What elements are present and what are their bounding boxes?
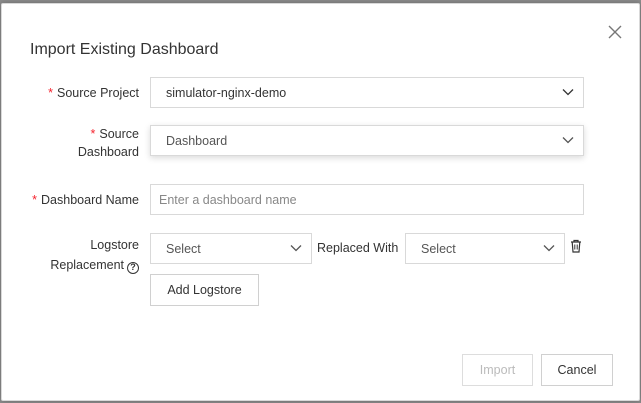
source-project-label: * Source Project <box>48 86 139 100</box>
dashboard-name-input[interactable] <box>150 184 584 215</box>
chevron-down-icon <box>543 245 555 252</box>
required-asterisk: * <box>48 86 54 100</box>
source-dashboard-value: Dashboard <box>166 134 228 148</box>
dashboard-name-label: * Dashboard Name <box>32 193 139 207</box>
logstore-replacement-label: Logstore Replacement? <box>50 238 139 274</box>
source-project-select[interactable]: simulator-nginx-demo <box>150 77 584 108</box>
chevron-down-icon <box>562 89 574 96</box>
required-asterisk: * <box>32 193 38 207</box>
target-logstore-value: Select <box>421 242 456 256</box>
required-asterisk: * <box>90 127 96 141</box>
source-dashboard-select[interactable]: Dashboard <box>150 125 584 156</box>
delete-trash-icon[interactable] <box>570 239 582 253</box>
source-dashboard-label: * Source Dashboard <box>77 127 139 159</box>
close-icon[interactable] <box>605 22 625 42</box>
chevron-down-icon <box>290 245 302 252</box>
source-project-value: simulator-nginx-demo <box>166 86 287 100</box>
target-logstore-select[interactable]: Select <box>405 233 565 264</box>
source-logstore-select[interactable]: Select <box>150 233 312 264</box>
add-logstore-button[interactable]: Add Logstore <box>150 274 259 306</box>
dialog-title: Import Existing Dashboard <box>30 41 219 58</box>
import-dashboard-dialog: Import Existing Dashboard * Source Projec… <box>1 3 640 401</box>
import-button[interactable]: Import <box>462 354 533 386</box>
cancel-button[interactable]: Cancel <box>541 354 613 386</box>
replaced-with-label: Replaced With <box>317 241 399 255</box>
chevron-down-icon <box>562 137 574 144</box>
source-logstore-value: Select <box>166 242 201 256</box>
help-icon[interactable]: ? <box>127 262 139 274</box>
